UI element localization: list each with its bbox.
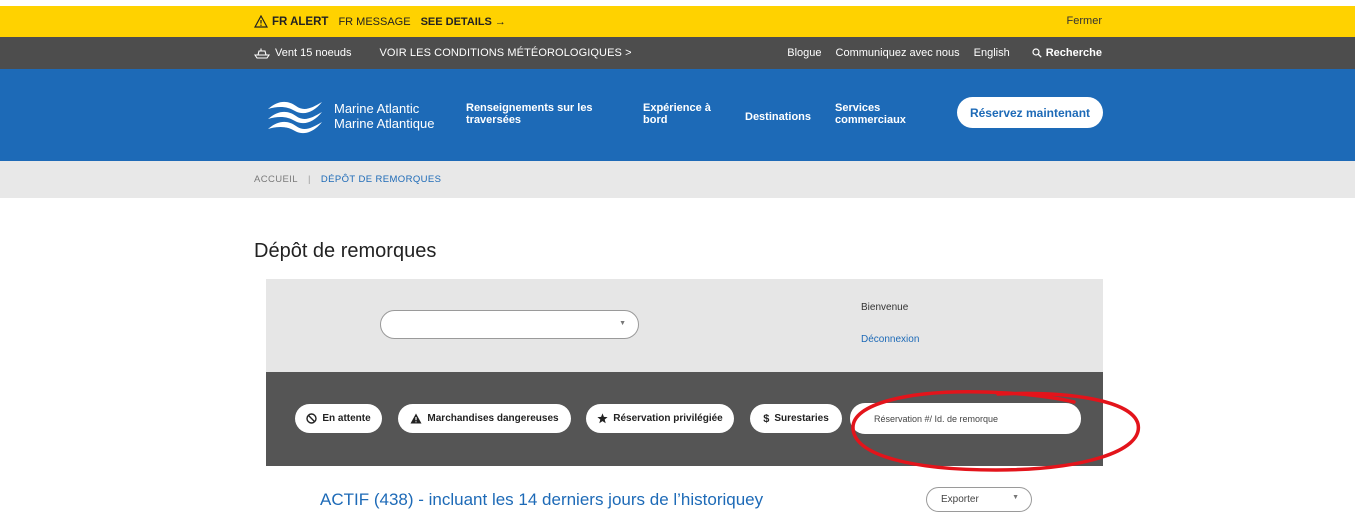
filter-panel: En attente Marchandises dangereuses Rése… (266, 372, 1103, 466)
breadcrumb-separator: | (307, 174, 311, 185)
nav-item-crossings[interactable]: Renseignements sur les traversées (466, 102, 593, 126)
main-nav: Marine Atlantic Marine Atlantique Rensei… (0, 69, 1355, 161)
nav-item-destinations[interactable]: Destinations (745, 111, 811, 123)
nav-item-label: Expérience à (643, 102, 711, 114)
breadcrumb-home-link[interactable]: ACCUEIL (254, 174, 298, 185)
export-select[interactable]: Exporter ▼ (926, 487, 1032, 512)
alert-details-link[interactable]: SEE DETAILS → (421, 16, 506, 28)
warning-icon (410, 413, 422, 424)
utility-bar: Vent 15 noeuds VOIR LES CONDITIONS MÉTÉO… (0, 37, 1355, 69)
ferry-icon (254, 48, 270, 59)
chevron-down-icon: ▼ (619, 320, 626, 327)
location-select[interactable]: ▼ (380, 310, 639, 339)
language-link[interactable]: English (974, 47, 1010, 59)
welcome-text: Bienvenue (861, 302, 909, 313)
warning-icon (254, 15, 268, 28)
filter-label: Surestaries (774, 413, 829, 424)
nav-item-label: Destinations (745, 111, 812, 123)
alert-close-button[interactable]: Fermer (1067, 6, 1102, 37)
contact-link[interactable]: Communiquez avec nous (836, 47, 960, 59)
blog-link[interactable]: Blogue (787, 47, 821, 59)
utility-links: Blogue Communiquez avec nous English Rec… (773, 47, 1102, 59)
reserve-now-button[interactable]: Réservez maintenant (957, 97, 1103, 128)
dollar-icon: $ (763, 412, 770, 425)
nav-item-label: commerciaux (835, 114, 906, 126)
alert-message: FR MESSAGE (338, 15, 411, 28)
export-label: Exporter (941, 494, 979, 505)
filter-label: En attente (322, 413, 371, 424)
wind-status: Vent 15 noeuds (275, 47, 352, 59)
prohibited-icon (306, 413, 318, 424)
filter-label: Réservation privilégiée (613, 413, 723, 424)
breadcrumb-current: DÉPÔT DE REMORQUES (320, 174, 442, 185)
star-icon (597, 413, 608, 424)
nav-item-label: traversées (466, 114, 522, 126)
filter-label: Marchandises dangereuses (427, 413, 559, 424)
logo-line-french: Marine Atlantique (334, 116, 435, 131)
logo-text[interactable]: Marine Atlantic Marine Atlantique (334, 101, 434, 131)
weather-conditions-link[interactable]: VOIR LES CONDITIONS MÉTÉOROLOGIQUES > (379, 47, 631, 59)
nav-item-label: Services (835, 102, 881, 114)
filter-demurrage-button[interactable]: $ Surestaries (750, 404, 842, 433)
active-list-title: ACTIF (438) - incluant les 14 derniers j… (320, 490, 764, 509)
account-panel: ▼ Bienvenue Déconnexion (266, 279, 1103, 372)
logo-line-english: Marine Atlantic (334, 101, 420, 116)
marine-atlantic-logo-icon[interactable] (266, 96, 324, 136)
nav-item-label: Renseignements sur les (466, 102, 593, 114)
alert-title: FR ALERT (272, 15, 329, 28)
search-link[interactable]: Recherche (1032, 47, 1102, 59)
logout-link[interactable]: Déconnexion (861, 334, 919, 345)
search-icon (1032, 48, 1042, 58)
filter-priority-booking-button[interactable]: Réservation privilégiée (586, 404, 734, 433)
search-label: Recherche (1045, 47, 1102, 59)
nav-item-label: bord (643, 114, 668, 126)
alert-content: FR ALERT FR MESSAGE SEE DETAILS → Fermer (254, 6, 1102, 37)
nav-item-commercial-services[interactable]: Services commerciaux (835, 102, 906, 126)
page-title: Dépôt de remorques (254, 240, 437, 262)
chevron-down-icon: ▼ (1012, 494, 1019, 501)
filter-dangerous-goods-button[interactable]: Marchandises dangereuses (398, 404, 571, 433)
utility-content: Vent 15 noeuds VOIR LES CONDITIONS MÉTÉO… (254, 37, 1102, 69)
breadcrumb: ACCUEIL | DÉPÔT DE REMORQUES (254, 161, 441, 198)
alert-bar: FR ALERT FR MESSAGE SEE DETAILS → Fermer (0, 6, 1355, 37)
nav-item-onboard-experience[interactable]: Expérience à bord (643, 102, 711, 126)
breadcrumb-bar: ACCUEIL | DÉPÔT DE REMORQUES (0, 161, 1355, 198)
filter-on-hold-button[interactable]: En attente (295, 404, 382, 433)
booking-trailer-search-input[interactable] (850, 403, 1081, 434)
page: FR ALERT FR MESSAGE SEE DETAILS → Fermer… (0, 0, 1355, 512)
